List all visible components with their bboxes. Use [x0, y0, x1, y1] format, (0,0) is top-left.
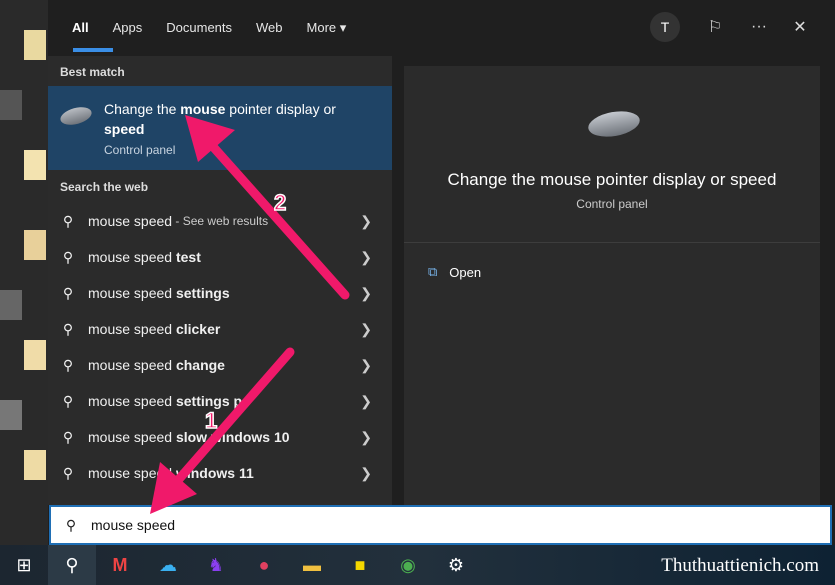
arrow-2	[195, 127, 350, 300]
arrow-2-head	[185, 115, 235, 162]
annotation-2: 2	[274, 190, 286, 215]
annotation-1: 1	[205, 408, 217, 433]
arrow-1	[161, 347, 295, 499]
annotation-overlay: 2 1	[150, 115, 350, 514]
